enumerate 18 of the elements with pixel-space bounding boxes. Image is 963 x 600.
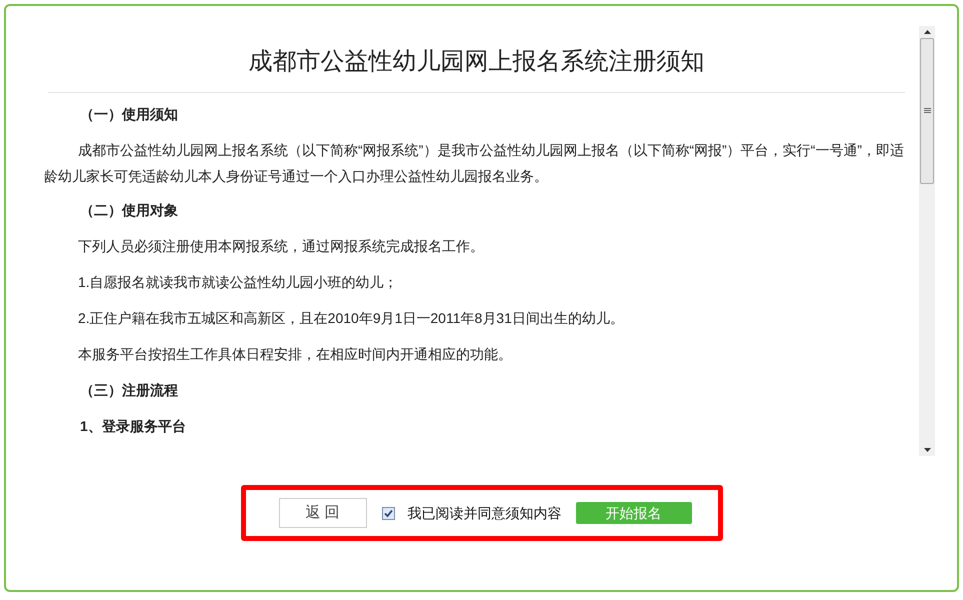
paragraph: 2.正住户籍在我市五城区和高新区，且在2010年9月1日一2011年8月31日间出生的幼儿。	[77, 309, 625, 328]
agree-label: 我已阅读并同意须知内容	[408, 504, 562, 522]
section-heading: 1、登录服务平台	[79, 417, 187, 436]
scroll-thumb[interactable]	[920, 38, 934, 184]
back-button[interactable]: 返 回	[278, 498, 366, 528]
paragraph: 本服务平台按招生工作具体日程安排，在相应时间内开通相应的功能。	[77, 345, 513, 364]
paragraph: 下列人员必须注册使用本网报系统，通过网报系统完成报名工作。	[77, 237, 485, 256]
scroll-up-icon[interactable]	[924, 30, 930, 34]
scrollbar[interactable]	[919, 26, 935, 456]
section-heading: （一）使用须知	[79, 105, 179, 124]
notice-title: 成都市公益性幼儿园网上报名系统注册须知	[48, 26, 905, 93]
section-heading: （三）注册流程	[79, 381, 179, 400]
paragraph: 1.自愿报名就读我市就读公益性幼儿园小班的幼儿；	[77, 273, 399, 292]
agree-checkbox[interactable]	[382, 506, 394, 520]
paragraph: 成都市公益性幼儿园网上报名系统（以下简称“网报系统”）是我市公益性幼儿园网上报名（以下简称“网报”）平台，实行“一号通”，即适龄幼儿家长可凭适龄幼儿本人身份证号通过一个入口办理公益性幼儿园报名业务。	[44, 141, 905, 186]
grip-icon	[924, 108, 930, 114]
scroll-down-icon[interactable]	[924, 448, 930, 452]
section-heading: （二）使用对象	[79, 201, 179, 220]
